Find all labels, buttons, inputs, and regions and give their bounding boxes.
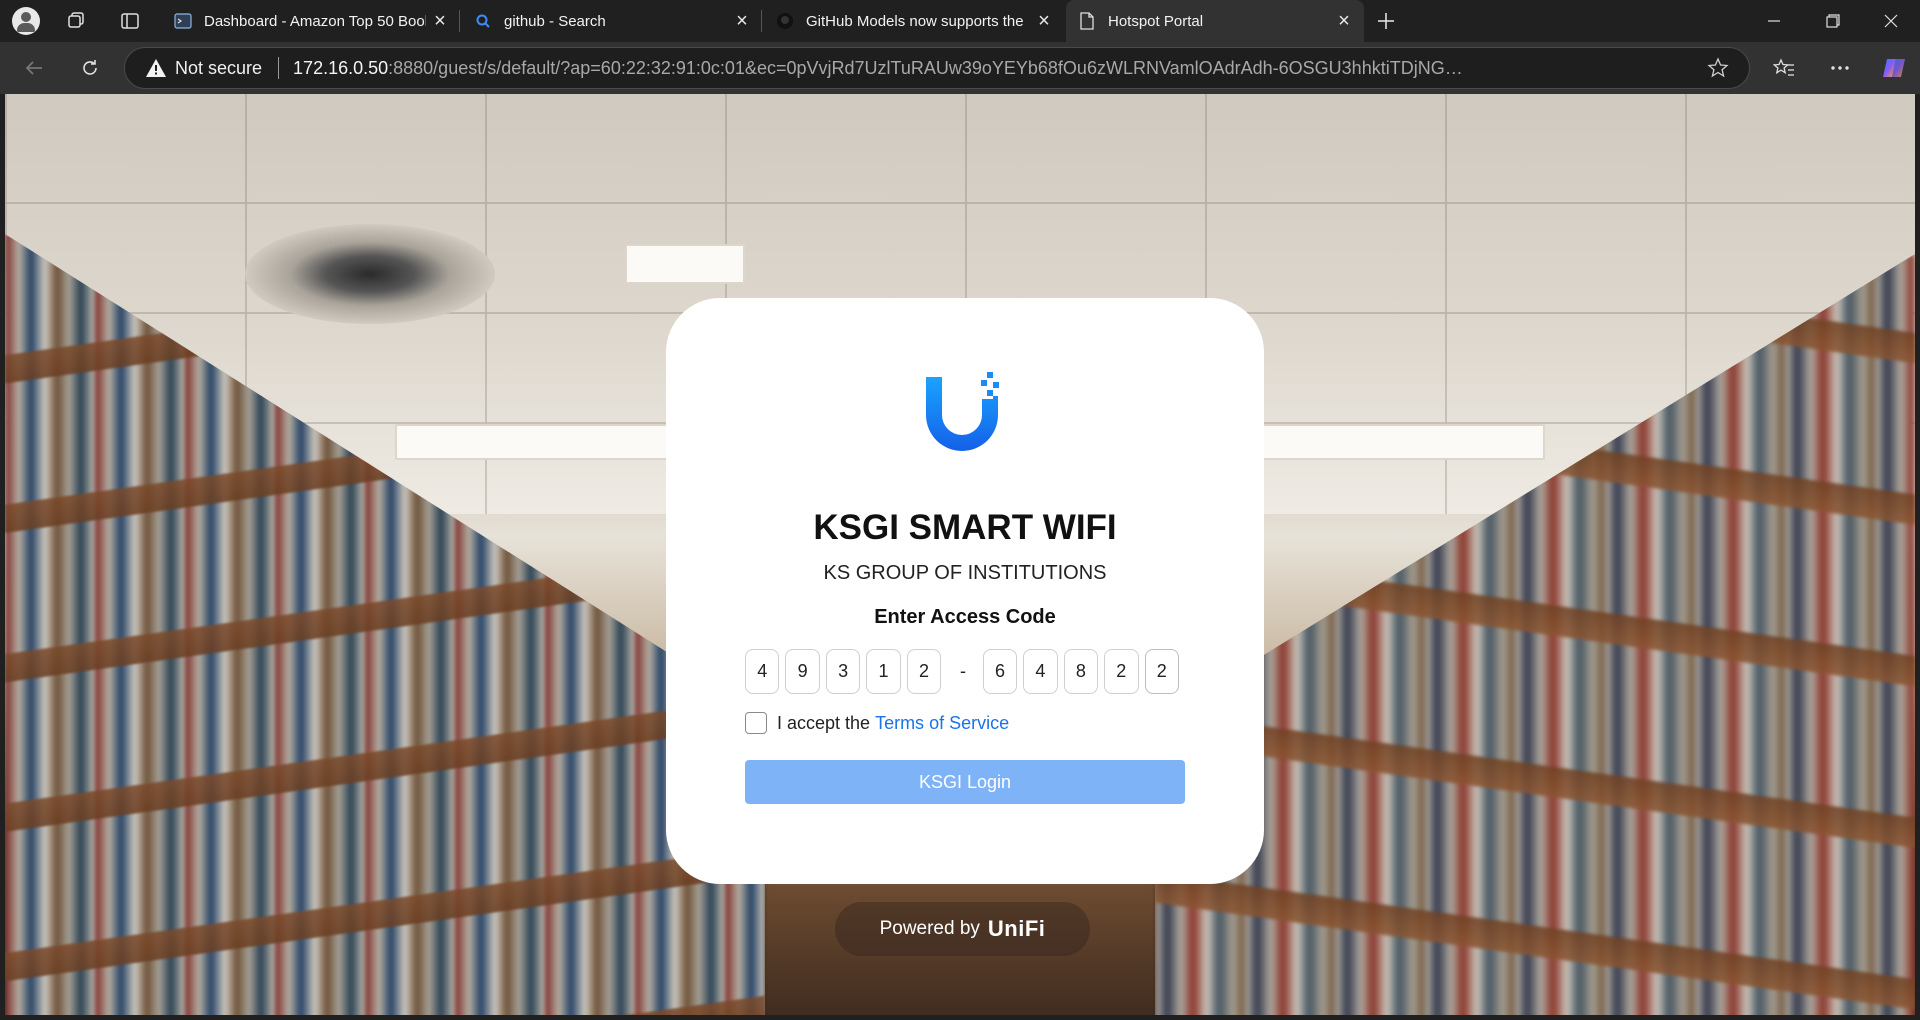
minimize-icon[interactable] (1745, 0, 1803, 42)
code-digit-field[interactable]: 3 (825, 648, 861, 694)
code-digit-field[interactable]: 4 (745, 648, 780, 694)
url-text[interactable]: 172.16.0.50:8880/guest/s/default/?ap=60:… (293, 58, 1463, 79)
login-card: KSGI SMART WIFI KS GROUP OF INSTITUTIONS… (666, 298, 1264, 884)
tab-dashboard[interactable]: Dashboard - Amazon Top 50 Bool × (162, 0, 460, 42)
terms-of-service-link[interactable]: Terms of Service (875, 713, 1009, 734)
url-path: :8880/guest/s/default/?ap=60:22:32:91:0c… (388, 57, 1463, 78)
close-tab-icon[interactable]: × (1330, 7, 1358, 35)
tab-title: Hotspot Portal (1108, 12, 1204, 30)
page-icon (1078, 12, 1096, 30)
tab-title: GitHub Models now supports the (806, 12, 1024, 30)
portal-subtitle: KS GROUP OF INSTITUTIONS (823, 562, 1107, 584)
browser-window: Dashboard - Amazon Top 50 Bool × github … (0, 0, 1920, 1020)
address-bar[interactable]: Not secure 172.16.0.50:8880/guest/s/defa… (124, 47, 1750, 89)
code-digit-field[interactable]: 6 (982, 648, 1018, 694)
tab-title: Dashboard - Amazon Top 50 Bool (204, 12, 426, 30)
code-digit-field[interactable]: 8 (1063, 648, 1099, 694)
login-button[interactable]: KSGI Login (745, 760, 1185, 804)
close-window-icon[interactable] (1862, 0, 1920, 42)
warning-icon[interactable] (145, 57, 167, 79)
code-digit-field[interactable]: 1 (866, 648, 901, 694)
restore-icon[interactable] (1804, 0, 1862, 42)
terms-row: I accept the Terms of Service (745, 710, 1009, 736)
code-digit-field[interactable]: 9 (785, 648, 820, 694)
tab-github-search[interactable]: github - Search × (462, 0, 762, 42)
security-label[interactable]: Not secure (175, 58, 262, 79)
back-icon[interactable] (18, 52, 50, 84)
tab-actions-icon[interactable] (118, 9, 142, 33)
tab-hotspot-portal[interactable]: Hotspot Portal × (1066, 0, 1364, 42)
workspaces-icon[interactable] (64, 9, 88, 33)
code-separator: - (959, 660, 966, 681)
terms-checkbox[interactable] (745, 712, 767, 734)
favorite-star-icon[interactable] (1707, 57, 1729, 84)
url-host: 172.16.0.50 (293, 57, 389, 78)
access-code-input: 4 9 3 1 2 - 6 4 8 2 2 (745, 648, 1185, 694)
unifi-brand-text: UniFi (987, 916, 1046, 941)
terms-prefix: I accept the (777, 712, 871, 733)
portal-page: KSGI SMART WIFI KS GROUP OF INSTITUTIONS… (5, 94, 1915, 1015)
favorites-icon[interactable] (1768, 52, 1800, 84)
code-digit-field[interactable]: 2 (1144, 648, 1179, 694)
code-digit-field[interactable]: 2 (1104, 648, 1139, 694)
access-code-label: Enter Access Code (874, 606, 1056, 628)
more-options-icon[interactable] (1824, 52, 1856, 84)
close-tab-icon[interactable]: × (728, 7, 756, 35)
powered-by-text: Powered by (879, 918, 980, 939)
search-icon (474, 12, 492, 30)
dashboard-icon (174, 12, 192, 30)
code-digit-field[interactable]: 4 (1023, 648, 1058, 694)
refresh-icon[interactable] (74, 52, 106, 84)
code-digit-field[interactable]: 2 (906, 648, 942, 694)
new-tab-icon[interactable] (1374, 9, 1398, 33)
profile-avatar[interactable] (12, 7, 40, 35)
github-icon (776, 12, 794, 30)
unifi-logo-icon (921, 372, 1011, 462)
tab-github-models[interactable]: GitHub Models now supports the × (764, 0, 1064, 42)
tab-title: github - Search (504, 12, 606, 30)
copilot-icon[interactable] (1878, 52, 1910, 84)
powered-by-badge: Powered by UniFi (835, 902, 1090, 956)
tab-strip: Dashboard - Amazon Top 50 Bool × github … (0, 0, 1920, 42)
browser-toolbar: Not secure 172.16.0.50:8880/guest/s/defa… (0, 42, 1920, 94)
close-tab-icon[interactable]: × (426, 7, 454, 35)
portal-title: KSGI SMART WIFI (813, 508, 1117, 547)
ceiling-vent-image (245, 224, 495, 324)
close-tab-icon[interactable]: × (1030, 7, 1058, 35)
